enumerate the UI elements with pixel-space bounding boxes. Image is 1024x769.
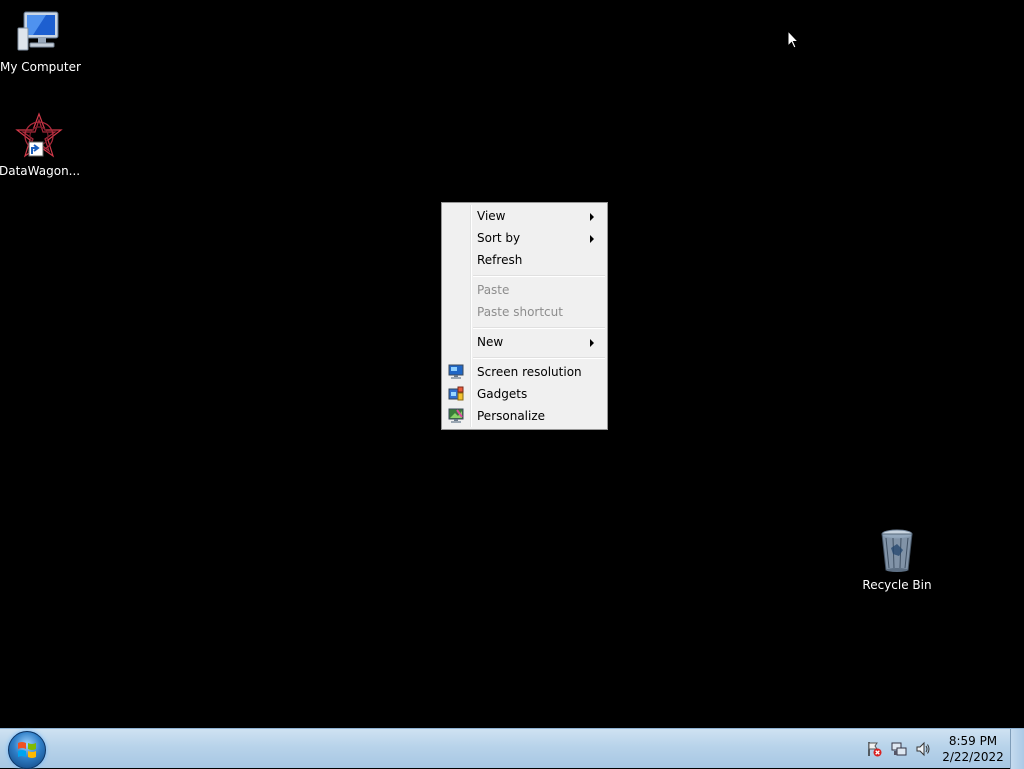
- desktop[interactable]: My Computer DataWagon... Recycle Bin Vie…: [0, 0, 1024, 728]
- screen-resolution-icon: [448, 364, 464, 380]
- menu-item-label: Gadgets: [477, 387, 528, 401]
- submenu-arrow-icon: [590, 213, 594, 221]
- gadgets-icon: [448, 386, 464, 402]
- desktop-icon-label: DataWagon...: [0, 164, 81, 178]
- personalize-icon: [448, 408, 464, 424]
- menu-item-label: New: [477, 335, 504, 349]
- menu-item-new[interactable]: New: [444, 331, 605, 353]
- menu-item-label: Paste: [477, 283, 510, 297]
- menu-item-screen-resolution[interactable]: Screen resolution: [444, 361, 605, 383]
- datawagon-shortcut-icon: [15, 112, 63, 160]
- menu-separator: [473, 327, 605, 329]
- volume-icon[interactable]: [915, 741, 931, 757]
- action-center-flag-icon[interactable]: [866, 741, 882, 757]
- menu-item-gadgets[interactable]: Gadgets: [444, 383, 605, 405]
- menu-item-personalize[interactable]: Personalize: [444, 405, 605, 427]
- menu-item-label: Paste shortcut: [477, 305, 563, 319]
- clock-time: 8:59 PM: [948, 734, 998, 748]
- start-button[interactable]: [8, 731, 46, 769]
- desktop-icon-label: Recycle Bin: [862, 578, 932, 592]
- desktop-icon-recycle-bin[interactable]: Recycle Bin: [857, 526, 937, 592]
- submenu-arrow-icon: [590, 339, 594, 347]
- desktop-icon-my-computer[interactable]: My Computer: [0, 8, 81, 74]
- clock-date: 2/22/2022: [942, 750, 1004, 764]
- desktop-icon-datawagon[interactable]: DataWagon...: [0, 112, 81, 178]
- menu-item-label: Refresh: [477, 253, 523, 267]
- menu-item-label: Personalize: [477, 409, 546, 423]
- submenu-arrow-icon: [590, 235, 594, 243]
- computer-icon: [16, 8, 64, 56]
- menu-item-label: Sort by: [477, 231, 521, 245]
- menu-item-refresh[interactable]: Refresh: [444, 249, 605, 271]
- menu-item-view[interactable]: View: [444, 205, 605, 227]
- mouse-cursor-icon: [787, 29, 800, 54]
- menu-item-paste-shortcut[interactable]: Paste shortcut: [444, 301, 605, 323]
- taskbar: 8:59 PM 2/22/2022: [0, 728, 1024, 769]
- show-desktop-button[interactable]: [1010, 729, 1024, 769]
- network-icon[interactable]: [891, 741, 907, 757]
- menu-item-paste[interactable]: Paste: [444, 279, 605, 301]
- windows-logo-icon: [18, 742, 36, 758]
- taskbar-clock[interactable]: 8:59 PM 2/22/2022: [934, 733, 1012, 765]
- menu-item-label: Screen resolution: [477, 365, 582, 379]
- menu-separator: [473, 275, 605, 277]
- recycle-bin-icon: [873, 526, 921, 574]
- menu-item-label: View: [477, 209, 506, 223]
- desktop-icon-label: My Computer: [0, 60, 81, 74]
- menu-separator: [473, 357, 605, 359]
- menu-item-sort-by[interactable]: Sort by: [444, 227, 605, 249]
- desktop-context-menu: View Sort by Refresh Paste Paste shortcu…: [441, 202, 608, 430]
